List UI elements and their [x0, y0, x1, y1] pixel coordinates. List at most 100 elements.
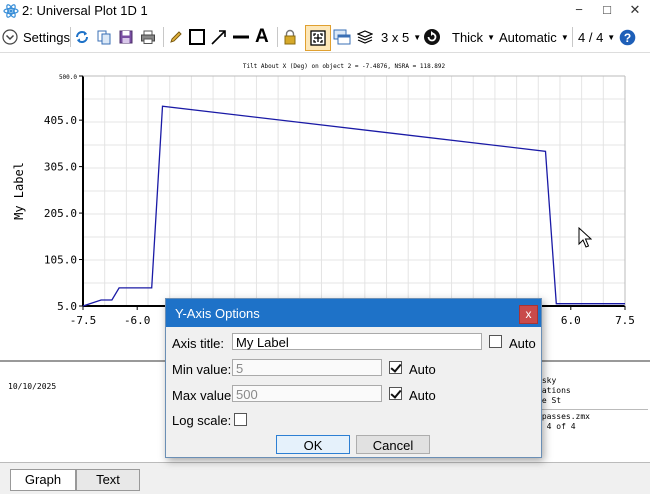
refresh-icon	[76, 31, 88, 43]
layers-icon	[357, 30, 373, 44]
min-value-input[interactable]: 5	[232, 359, 382, 376]
rectangle-tool-button[interactable]	[188, 26, 206, 48]
dialog-title: Y-Axis Options	[175, 306, 260, 321]
lock-icon	[284, 29, 296, 45]
layers-button[interactable]	[357, 26, 373, 48]
axis-title-auto-label: Auto	[509, 336, 536, 351]
x-tick-label: 6.0	[561, 314, 581, 327]
scale-dropdown[interactable]: Automatic ▼	[499, 26, 569, 48]
settings-button[interactable]: Settings	[2, 26, 70, 48]
help-button[interactable]: ?	[619, 26, 636, 48]
pencil-tool-button[interactable]	[168, 26, 184, 48]
toolbar-separator	[572, 27, 573, 47]
scale-label: Automatic	[499, 29, 557, 45]
chevron-circle-icon	[2, 29, 18, 45]
help-icon: ?	[619, 29, 636, 45]
layout-dropdown-label: 3 x 5	[381, 29, 410, 45]
info-line: .passes.zmx	[537, 412, 590, 421]
y-tick-label: 405.0	[44, 114, 77, 127]
lock-button[interactable]	[283, 26, 297, 48]
refresh-button[interactable]	[74, 26, 90, 48]
text-tool-button[interactable]: A	[255, 26, 269, 48]
info-line: n 4 of 4	[537, 422, 576, 431]
svg-text:?: ?	[624, 30, 631, 44]
pencil-icon	[170, 31, 182, 43]
min-auto-checkbox[interactable]	[389, 361, 402, 374]
cancel-button[interactable]: Cancel	[356, 435, 430, 454]
mouse-cursor-icon	[578, 227, 592, 248]
info-line: nsky	[537, 376, 557, 385]
dropdown-caret-icon: ▼	[413, 32, 422, 42]
arrow-tool-button[interactable]	[210, 26, 228, 48]
min-auto-label: Auto	[409, 362, 436, 377]
copy-button[interactable]	[96, 26, 112, 48]
ok-button[interactable]: OK	[276, 435, 350, 454]
tab-graph[interactable]: Graph	[10, 469, 76, 491]
dropdown-caret-icon: ▼	[607, 32, 616, 42]
line-width-dropdown[interactable]: Thick ▼	[452, 26, 495, 48]
info-divider	[528, 409, 648, 410]
x-tick-label: 7.5	[615, 314, 635, 327]
toolbar-separator	[277, 27, 278, 47]
toolbar: Settings A 3 x 5 ▼ Thick ▼ Automatic ▼ 4…	[0, 22, 650, 53]
copy-icon	[97, 30, 111, 45]
save-icon	[119, 30, 133, 44]
x-tick-label: -7.5	[70, 314, 97, 327]
y-tick-label: 500.0	[59, 74, 77, 81]
print-button[interactable]	[140, 26, 156, 48]
x-tick-label: -6.0	[124, 314, 151, 327]
max-value-input[interactable]: 500	[232, 385, 382, 402]
save-button[interactable]	[118, 26, 134, 48]
info-line: te St	[537, 396, 562, 405]
tab-bar: Graph Text	[0, 462, 650, 494]
window-layout-button[interactable]	[333, 26, 351, 48]
axis-title-input[interactable]: My Label	[232, 333, 482, 350]
axis-title-label: Axis title:	[172, 336, 225, 351]
maximize-button[interactable]: □	[598, 1, 616, 19]
dialog-close-button[interactable]: x	[519, 305, 538, 324]
y-tick-label: 105.0	[44, 254, 77, 267]
line-width-label: Thick	[452, 29, 484, 45]
toolbar-separator	[70, 27, 71, 47]
line-icon	[233, 35, 249, 39]
log-scale-checkbox[interactable]	[234, 413, 247, 426]
max-auto-checkbox[interactable]	[389, 387, 402, 400]
arrow-icon	[211, 30, 226, 45]
window-title: 2: Universal Plot 1D 1	[22, 3, 148, 18]
page-label: 4 / 4	[578, 29, 604, 45]
chart-title: Tilt About X (Deg) on object 2 = -7.4876…	[243, 63, 446, 70]
close-window-button[interactable]: ✕	[626, 1, 644, 19]
info-line: rations	[537, 386, 571, 395]
layout-dropdown[interactable]: 3 x 5 ▼	[381, 26, 421, 48]
info-date: 10/10/2025	[8, 382, 57, 391]
y-tick-label: 205.0	[44, 207, 77, 220]
axis-title-auto-checkbox[interactable]	[489, 335, 502, 348]
minimize-button[interactable]: −	[570, 1, 588, 19]
window-layout-icon	[333, 29, 351, 45]
page-dropdown[interactable]: 4 / 4 ▼	[578, 26, 615, 48]
dropdown-caret-icon: ▼	[560, 32, 569, 42]
toolbar-separator	[163, 27, 164, 47]
settings-label: Settings	[23, 29, 70, 45]
y-tick-label: 305.0	[44, 161, 77, 174]
log-scale-label: Log scale:	[172, 413, 232, 428]
info-right-text: nsky rations te St .passes.zmx n 4 of 4	[537, 376, 590, 432]
rectangle-icon	[189, 29, 205, 45]
rotate-button[interactable]	[423, 26, 441, 48]
zoom-fit-button[interactable]	[305, 25, 331, 51]
tab-text[interactable]: Text	[76, 469, 140, 491]
y-axis-options-dialog: Y-Axis Options x Axis title: My Label Au…	[165, 298, 542, 458]
dropdown-caret-icon: ▼	[487, 32, 495, 42]
printer-icon	[141, 30, 155, 44]
y-tick-label: 5.0	[57, 300, 77, 313]
dialog-title-bar: Y-Axis Options x	[166, 299, 541, 327]
line-tool-button[interactable]	[232, 26, 250, 48]
title-bar: 2: Universal Plot 1D 1 − □ ✕	[0, 0, 650, 22]
y-axis-title: My Label	[12, 162, 26, 220]
zoom-fit-icon	[310, 30, 326, 46]
rotate-icon	[424, 29, 440, 45]
max-value-label: Max value:	[172, 388, 235, 403]
max-auto-label: Auto	[409, 388, 436, 403]
text-a-icon: A	[255, 26, 269, 47]
app-atom-icon	[3, 4, 19, 18]
